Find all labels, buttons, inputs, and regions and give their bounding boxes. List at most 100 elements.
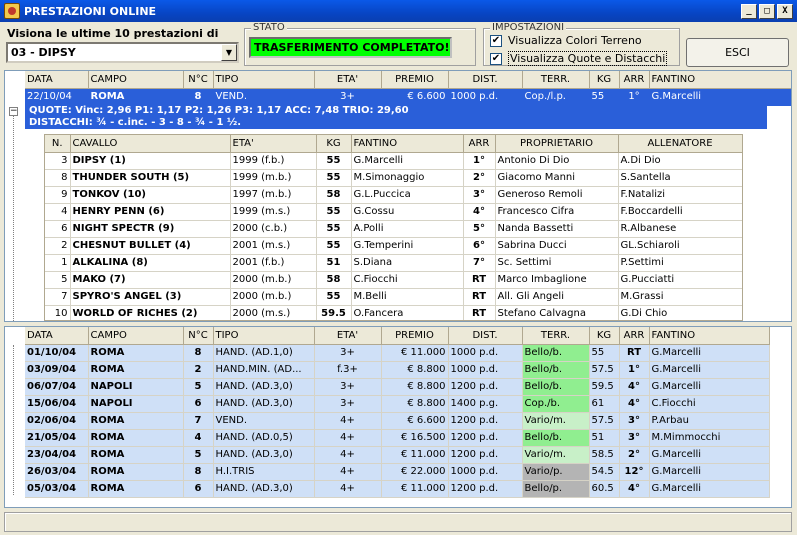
cell-nc: 8 xyxy=(183,463,214,481)
selected-race-row[interactable]: 22/10/04 ROMA 8 VEND. 3+ € 6.600 1000 p.… xyxy=(25,88,791,106)
column-header[interactable]: ARR xyxy=(619,71,650,89)
runner-row[interactable]: 5 MAKO (7) 2000 (m.b.) 58 C.Fiocchi RT Marco I… xyxy=(45,271,742,289)
minimize-button[interactable]: _ xyxy=(741,3,757,19)
cell-eta: 2001 (m.s.) xyxy=(230,237,317,255)
cell-premio: € 8.800 xyxy=(381,378,449,396)
runner-row[interactable]: 2 CHESNUT BULLET (4) 2001 (m.s.) 55 G.Temper… xyxy=(45,237,742,255)
column-header[interactable]: ETA' xyxy=(314,71,382,89)
column-header[interactable]: PROPRIETARIO xyxy=(495,135,619,153)
cell-terr: Vario/p. xyxy=(522,463,590,481)
cell-fantino: G.Marcelli xyxy=(649,361,770,379)
column-header[interactable]: CAVALLO xyxy=(70,135,231,153)
checkmark-icon[interactable]: ✔ xyxy=(490,52,502,65)
past-races-grid[interactable]: DATA CAMPO N°C TIPO ETA' PREMIO DIST. TERR. KG AR… xyxy=(4,326,792,508)
checkmark-icon[interactable]: ✔ xyxy=(490,34,502,47)
column-header[interactable]: N°C xyxy=(183,71,214,89)
past-race-row[interactable]: 01/10/04 ROMA 8 HAND. (AD.1,0) 3+ € 11.000 100… xyxy=(25,344,770,362)
horse-select[interactable]: 03 - DIPSY ▼ xyxy=(6,42,239,63)
column-header[interactable]: FANTINO xyxy=(351,135,464,153)
chk-quote-distacchi[interactable]: ✔ Visualizza Quote e Distacchi xyxy=(490,51,668,66)
runner-row[interactable]: 1 ALKALINA (8) 2001 (f.b.) 51 S.Diana 7° Sc. S… xyxy=(45,254,742,272)
cell-cavallo: SPYRO'S ANGEL (3) xyxy=(70,288,231,306)
close-button[interactable]: X xyxy=(777,3,793,19)
column-header[interactable]: TIPO xyxy=(213,71,315,89)
cell-dist: 1000 p.d. xyxy=(448,361,523,379)
cell-fantino: G.Marcelli xyxy=(649,463,770,481)
column-header[interactable]: CAMPO xyxy=(88,71,184,89)
past-race-row[interactable]: 26/03/04 ROMA 8 H.I.TRIS 4+ € 22.000 1000 p.d.… xyxy=(25,463,770,481)
cell-eta: 4+ xyxy=(314,480,382,498)
runners-table: N. CAVALLO ETA' KG FANTINO ARR PROPRIETARIO ALL… xyxy=(45,135,742,320)
cell-premio: € 16.500 xyxy=(381,429,449,447)
past-race-row[interactable]: 03/09/04 ROMA 2 HAND.MIN. (AD... f.3+ € 8.800… xyxy=(25,361,770,379)
column-header[interactable]: CAMPO xyxy=(88,327,184,345)
cell-nc: 5 xyxy=(183,446,214,464)
column-header[interactable]: ALLENATORE xyxy=(618,135,742,153)
past-race-row[interactable]: 15/06/04 NAPOLI 6 HAND. (AD.3,0) 3+ € 8.800 14… xyxy=(25,395,770,413)
column-header[interactable]: DATA xyxy=(25,71,89,89)
past-race-row[interactable]: 05/03/04 ROMA 6 HAND. (AD.3,0) 4+ € 11.000 120… xyxy=(25,480,770,498)
column-header[interactable]: ETA' xyxy=(230,135,317,153)
cell-dist: 1000 p.d. xyxy=(448,88,523,106)
cell-kg: 59.5 xyxy=(316,305,352,320)
cell-proprietario: Marco Imbaglione xyxy=(495,271,619,289)
cell-arr: 3° xyxy=(619,429,650,447)
cell-tipo: HAND. (AD.3,0) xyxy=(213,378,315,396)
column-header[interactable]: TERR. xyxy=(522,71,590,89)
cell-arr: RT xyxy=(463,271,496,289)
cell-kg: 57.5 xyxy=(589,412,620,430)
cell-eta: f.3+ xyxy=(314,361,382,379)
column-header[interactable]: DIST. xyxy=(448,327,523,345)
past-race-row[interactable]: 23/04/04 ROMA 5 HAND. (AD.3,0) 4+ € 11.000 120… xyxy=(25,446,770,464)
cell-eta: 3+ xyxy=(314,395,382,413)
runner-row[interactable]: 7 SPYRO'S ANGEL (3) 2000 (m.b.) 55 M.Belli RT… xyxy=(45,288,742,306)
column-header[interactable]: FANTINO xyxy=(649,71,791,89)
column-header[interactable]: DIST. xyxy=(448,71,523,89)
column-header[interactable]: TERR. xyxy=(522,327,590,345)
column-header[interactable]: PREMIO xyxy=(381,327,449,345)
cell-kg: 51 xyxy=(316,254,352,272)
cell-n: 8 xyxy=(45,169,71,187)
cell-data: 15/06/04 xyxy=(25,395,89,413)
runners-grid[interactable]: N. CAVALLO ETA' KG FANTINO ARR PROPRIETARIO ALL… xyxy=(44,134,743,321)
cell-arr: 2° xyxy=(463,169,496,187)
column-header[interactable]: ARR xyxy=(463,135,496,153)
maximize-button[interactable]: □ xyxy=(759,3,775,19)
column-header[interactable]: KG xyxy=(316,135,352,153)
column-header[interactable]: PREMIO xyxy=(381,71,449,89)
cell-fantino: M.Simonaggio xyxy=(351,169,464,187)
column-header[interactable]: FANTINO xyxy=(649,327,770,345)
column-header[interactable]: KG xyxy=(589,71,620,89)
cell-allenatore: R.Albanese xyxy=(618,220,742,238)
column-header[interactable]: N°C xyxy=(183,327,214,345)
past-race-row[interactable]: 21/05/04 ROMA 4 HAND. (AD.0,5) 4+ € 16.500 120… xyxy=(25,429,770,447)
runner-row[interactable]: 3 DIPSY (1) 1999 (f.b.) 55 G.Marcelli 1° Anton… xyxy=(45,152,742,170)
cell-eta: 4+ xyxy=(314,429,382,447)
past-race-row[interactable]: 02/06/04 ROMA 7 VEND. 4+ € 6.600 1200 p.d. Vari… xyxy=(25,412,770,430)
column-header[interactable]: ARR xyxy=(619,327,650,345)
cell-arr: 3° xyxy=(619,412,650,430)
column-header[interactable]: KG xyxy=(589,327,620,345)
column-header[interactable]: DATA xyxy=(25,327,89,345)
cell-eta: 3+ xyxy=(314,378,382,396)
cell-n: 5 xyxy=(45,271,71,289)
past-race-row[interactable]: 06/07/04 NAPOLI 5 HAND. (AD.3,0) 3+ € 8.800 12… xyxy=(25,378,770,396)
chevron-down-icon[interactable]: ▼ xyxy=(221,44,237,61)
cell-allenatore: S.Santella xyxy=(618,169,742,187)
cell-n: 2 xyxy=(45,237,71,255)
runner-row[interactable]: 6 NIGHT SPECTR (9) 2000 (c.b.) 55 A.Polli 5° N… xyxy=(45,220,742,238)
cell-cavallo: CHESNUT BULLET (4) xyxy=(70,237,231,255)
collapse-icon[interactable]: − xyxy=(9,107,18,116)
esci-button[interactable]: ESCI xyxy=(686,38,789,67)
column-header[interactable]: ETA' xyxy=(314,327,382,345)
runner-row[interactable]: 10 WORLD OF RICHES (2) 2000 (m.s.) 59.5 O.Fa… xyxy=(45,305,742,320)
cell-dist: 1000 p.d. xyxy=(448,344,523,362)
runner-row[interactable]: 9 TONKOV (10) 1997 (m.b.) 58 G.L.Puccica 3° Ge… xyxy=(45,186,742,204)
runner-row[interactable]: 4 HENRY PENN (6) 1999 (m.s.) 55 G.Cossu 4° Fra… xyxy=(45,203,742,221)
column-header[interactable]: N. xyxy=(45,135,71,153)
column-header[interactable]: TIPO xyxy=(213,327,315,345)
cell-proprietario: Giacomo Manni xyxy=(495,169,619,187)
runner-row[interactable]: 8 THUNDER SOUTH (5) 1999 (m.b.) 55 M.Simonag… xyxy=(45,169,742,187)
chk-colori-terreno[interactable]: ✔ Visualizza Colori Terreno xyxy=(490,34,642,47)
cell-n: 10 xyxy=(45,305,71,320)
